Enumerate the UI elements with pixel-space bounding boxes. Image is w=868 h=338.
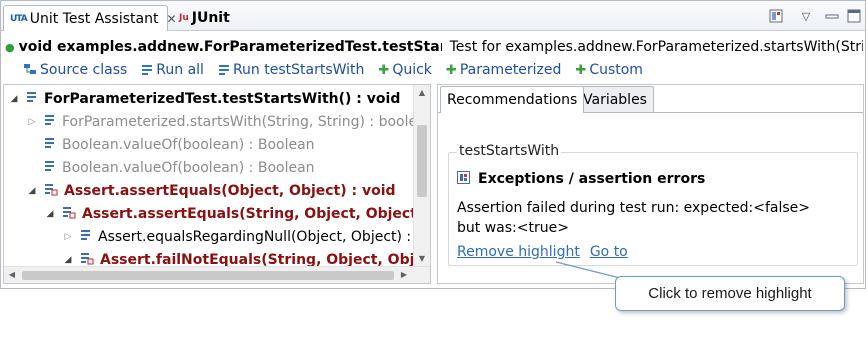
run-test-label: Run testStartsWith — [232, 62, 365, 78]
recommendation-group: testStartsWith Exceptions / assertion er… — [448, 143, 858, 266]
expanded-twisty-icon[interactable]: ◢ — [26, 186, 38, 196]
method-line: ● void examples.addnew.ForParameterizedTe… — [5, 39, 863, 59]
issue-title-text: Exceptions / assertion errors — [478, 171, 706, 187]
source-class-label: Source class — [40, 62, 128, 78]
action-bar: Source class Run all Run testStartsWith … — [23, 61, 643, 79]
run-all-label: Run all — [156, 62, 204, 78]
scrollbar-thumb[interactable] — [417, 125, 427, 197]
tree-row[interactable]: ◢ ForParameterizedTest.testStartsWith() :… — [8, 87, 401, 110]
scrollbar-thumb[interactable] — [22, 271, 394, 280]
expanded-twisty-icon[interactable]: ◢ — [62, 255, 74, 265]
details-panel: Recommendations Variables testStartsWith… — [437, 84, 864, 284]
go-to-link[interactable]: Go to — [590, 244, 628, 260]
parameterized-icon: ✚ — [445, 62, 457, 78]
method-icon — [44, 160, 56, 176]
vertical-scrollbar[interactable]: ▲ ▼ — [413, 85, 430, 267]
tree-row-label: ForParameterized.startsWith(String, Stri… — [62, 113, 431, 130]
unit-test-assistant-view: UTA Unit Test Assistant ✕ Ju JUnit ▽ ● vo… — [0, 0, 866, 289]
group-label: testStartsWith — [457, 143, 562, 159]
run-all-button[interactable]: Run all — [141, 61, 204, 79]
method-signature: void examples.addnew.ForParameterizedTes… — [18, 39, 442, 55]
parameterized-button[interactable]: ✚ Parameterized — [446, 61, 561, 79]
tree-row-label: ForParameterizedTest.testStartsWith() : … — [44, 90, 401, 107]
tree-row[interactable]: ▷ Assert.equalsRegardingNull(Object, Obje… — [62, 225, 430, 248]
scroll-left-icon[interactable]: ◀ — [4, 267, 20, 283]
issue-message: Assertion failed during test run: expect… — [457, 200, 810, 236]
tab-junit[interactable]: Ju JUnit — [173, 5, 236, 31]
custom-button[interactable]: ✚ Custom — [575, 61, 643, 79]
method-icon — [26, 91, 38, 107]
tab-label: Unit Test Assistant — [29, 10, 159, 27]
run-test-button[interactable]: Run testStartsWith — [218, 61, 364, 79]
custom-label: Custom — [589, 62, 643, 78]
run-all-icon — [141, 63, 153, 78]
view-tab-bar: UTA Unit Test Assistant ✕ Ju JUnit ▽ — [1, 1, 865, 31]
tab-recommendations[interactable]: Recommendations — [440, 86, 585, 113]
pass-dot-icon: ● — [5, 41, 15, 54]
quick-button[interactable]: ✚ Quick — [378, 61, 432, 79]
tree-row[interactable]: ◢ Assert.assertEquals(String, Object, Obj… — [44, 202, 430, 225]
source-class-button[interactable]: Source class — [23, 61, 127, 79]
view-menu-icon[interactable]: ▽ — [797, 8, 815, 24]
tab-variables[interactable]: Variables — [576, 86, 654, 112]
run-test-icon — [218, 63, 230, 78]
failed-method-icon — [44, 183, 58, 199]
method-icon — [80, 229, 92, 245]
source-class-icon — [23, 63, 37, 78]
tab-unit-test-assistant[interactable]: UTA Unit Test Assistant ✕ — [3, 5, 177, 31]
junit-icon: Ju — [179, 13, 189, 23]
tree-row-label: Boolean.valueOf(boolean) : Boolean — [62, 136, 315, 153]
tree-row[interactable]: ◢ Assert.assertEquals(Object, Object) : v… — [26, 179, 396, 202]
expanded-twisty-icon[interactable]: ◢ — [8, 94, 20, 104]
tree-row[interactable]: Boolean.valueOf(boolean) : Boolean — [26, 133, 315, 156]
scroll-down-icon[interactable]: ▼ — [414, 251, 430, 267]
plus-icon: ✚ — [575, 62, 587, 78]
failed-method-icon — [62, 206, 76, 222]
tab-label: JUnit — [191, 10, 230, 26]
tree-row[interactable]: Boolean.valueOf(boolean) : Boolean — [26, 156, 315, 179]
issue-links: Remove highlight Go to — [457, 244, 628, 260]
collapsed-twisty-icon[interactable]: ▷ — [26, 117, 38, 127]
remove-highlight-link[interactable]: Remove highlight — [457, 244, 580, 260]
collapsed-twisty-icon[interactable]: ▷ — [62, 232, 74, 242]
minimize-icon[interactable] — [823, 8, 841, 24]
tree-row-label: Boolean.valueOf(boolean) : Boolean — [62, 159, 315, 176]
layout-icon[interactable] — [767, 8, 785, 24]
tooltip: Click to remove highlight — [615, 276, 845, 311]
maximize-icon[interactable] — [845, 8, 863, 24]
method-icon — [44, 114, 56, 130]
scroll-up-icon[interactable]: ▲ — [414, 85, 430, 101]
scroll-right-icon[interactable]: ▶ — [396, 267, 412, 283]
uta-icon: UTA — [10, 13, 28, 24]
tree-row-label: Assert.equalsRegardingNull(Object, Objec… — [98, 228, 430, 245]
method-icon — [44, 137, 56, 153]
issue-title: Exceptions / assertion errors — [457, 171, 705, 187]
issue-category-icon — [457, 171, 470, 187]
tree-row[interactable]: ▷ ForParameterized.startsWith(String, Str… — [26, 110, 431, 133]
tree-row-label: Assert.assertEquals(String, Object, Obje… — [82, 205, 430, 222]
expanded-twisty-icon[interactable]: ◢ — [44, 209, 56, 219]
quick-label: Quick — [392, 62, 432, 78]
plus-icon: ✚ — [378, 62, 390, 78]
tree-row-label: Assert.assertEquals(Object, Object) : vo… — [64, 182, 396, 199]
horizontal-scrollbar[interactable]: ◀ ▶ — [4, 266, 430, 283]
call-tree-panel: ◢ ForParameterizedTest.testStartsWith() :… — [3, 84, 431, 284]
parameterized-label: Parameterized — [459, 62, 562, 78]
method-description: Test for examples.addnew.ForParameterize… — [449, 39, 863, 55]
